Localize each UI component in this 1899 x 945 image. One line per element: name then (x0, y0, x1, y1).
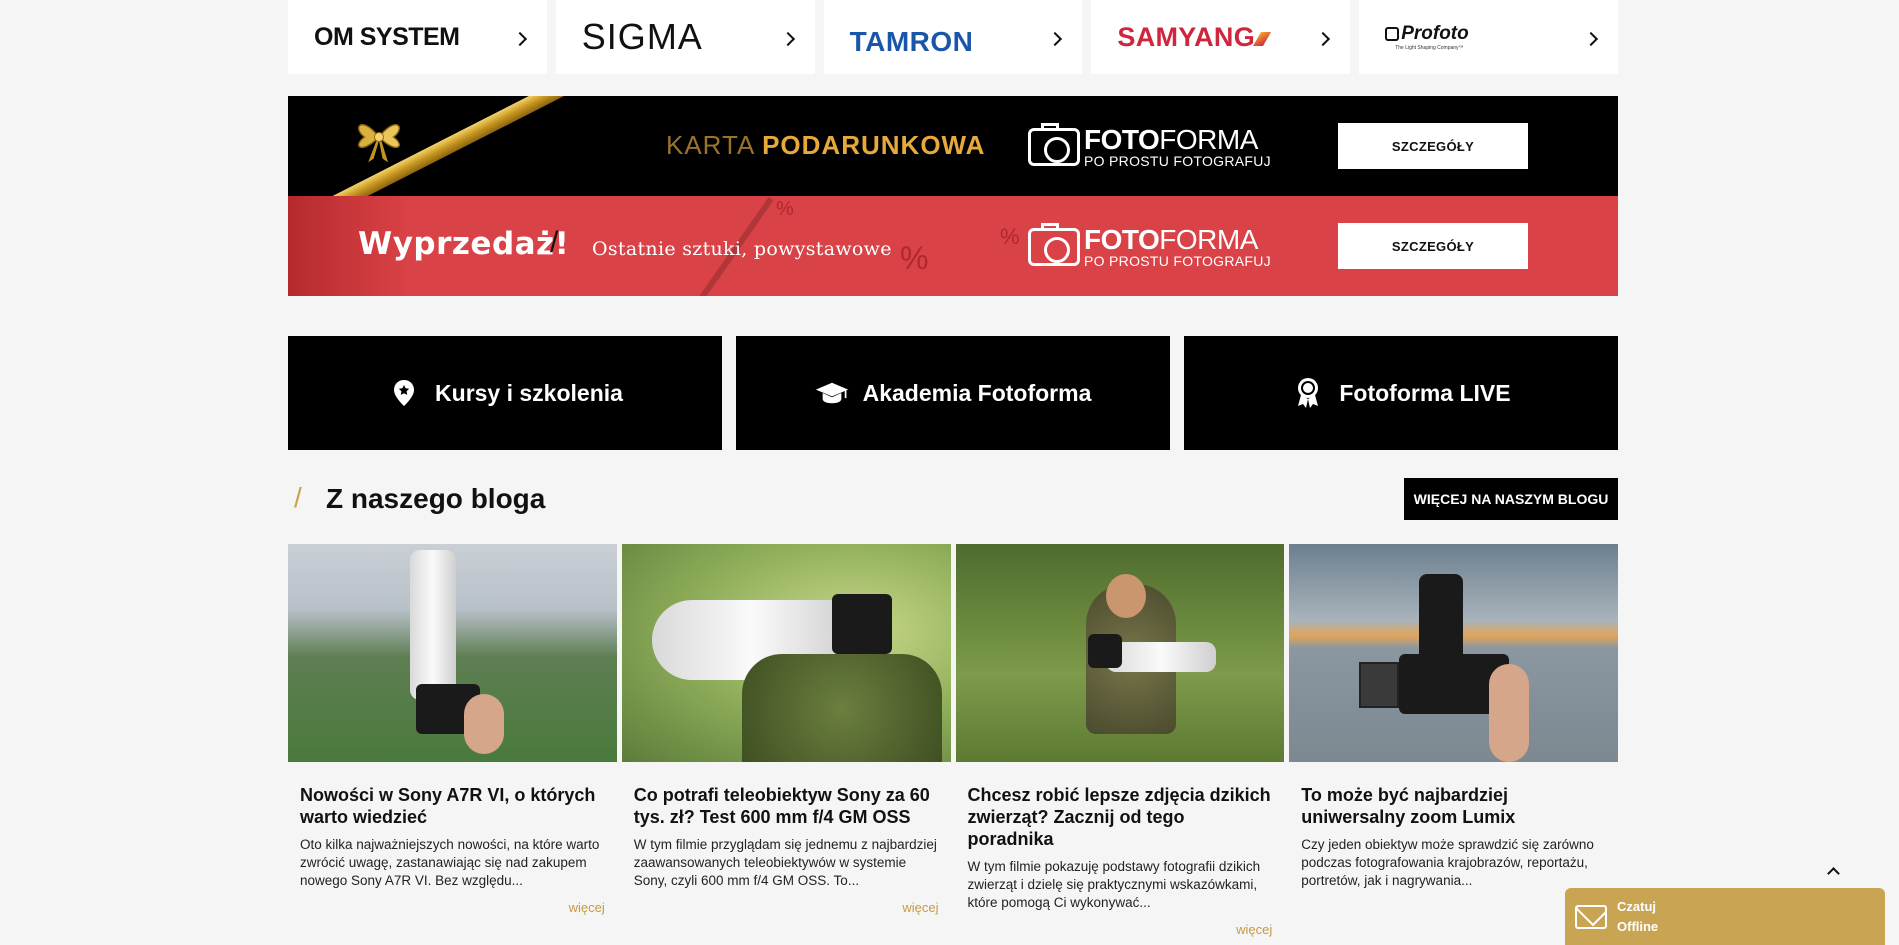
tamron-logo: TAMRON (849, 26, 974, 57)
samyang-logo: SAMYANG (1117, 22, 1272, 53)
chevron-right-icon (780, 31, 795, 47)
camera-logo-icon (1028, 223, 1080, 266)
read-more-link[interactable]: więcej (634, 900, 938, 915)
tile-kursy[interactable]: Kursy i szkolenia (288, 336, 722, 450)
gold-ribbon-decoration (288, 96, 564, 196)
blog-section-header: / Z naszego bloga WIĘCEJ NA NASZYM BLOGU (288, 478, 1618, 520)
sale-title: Wyprzedaż! (358, 226, 570, 262)
blog-post-card[interactable]: Co potrafi teleobiektyw Sony za 60 tys. … (621, 544, 951, 937)
sale-details-button[interactable]: SZCZEGÓŁY (1338, 223, 1528, 269)
blog-post-card[interactable]: Chcesz robić lepsze zdjęcia dzikich zwie… (955, 544, 1285, 937)
blog-posts: Nowości w Sony A7R VI, o których warto w… (288, 544, 1618, 937)
blog-post-card[interactable]: Nowości w Sony A7R VI, o których warto w… (288, 544, 617, 937)
post-excerpt: Oto kilka najważniejszych nowości, na kt… (300, 837, 600, 888)
om-system-logo: OM SYSTEM (314, 22, 460, 51)
chevron-right-icon (1316, 31, 1331, 47)
chevron-right-icon (1583, 31, 1599, 47)
brand-tile-sigma[interactable]: SIGMA (555, 0, 815, 74)
tile-label: Kursy i szkolenia (435, 379, 623, 406)
read-more-link[interactable]: więcej (968, 922, 1272, 937)
post-title[interactable]: Chcesz robić lepsze zdjęcia dzikich zwie… (968, 784, 1273, 850)
sale-banner[interactable]: % % % Wyprzedaż! / Ostatnie sztuki, powy… (288, 196, 1618, 296)
read-more-link[interactable]: więcej (300, 900, 605, 915)
brand-tiles: OM SYSTEM SIGMA TAMRON SAMYANG Profoto T… (288, 0, 1618, 74)
post-image[interactable] (1289, 544, 1618, 762)
tile-fotoforma-live[interactable]: Fotoforma LIVE (1184, 336, 1618, 450)
chat-label: Czatuj (1617, 898, 1656, 914)
read-more-link[interactable]: więcej (1301, 900, 1606, 915)
envelope-icon (1575, 904, 1607, 929)
sale-separator: / (550, 226, 559, 259)
post-title[interactable]: To może być najbardziej uniwersalny zoom… (1301, 784, 1606, 828)
chevron-right-icon (512, 31, 527, 47)
brand-tile-samyang[interactable]: SAMYANG (1091, 0, 1351, 74)
percent-decoration: % (900, 240, 929, 276)
chat-status: Offline (1617, 918, 1659, 934)
more-blog-button[interactable]: WIĘCEJ NA NASZYM BLOGU (1404, 478, 1618, 520)
tile-label: Akademia Fotoforma (862, 379, 1092, 406)
title-accent-slash: / (294, 482, 302, 513)
post-image[interactable] (621, 544, 951, 762)
graduation-cap-icon (815, 378, 849, 408)
post-excerpt: W tym filmie pokazuję podstawy fotografi… (967, 859, 1261, 910)
brand-tile-profoto[interactable]: Profoto The Light Shaping Company™ (1359, 0, 1618, 74)
post-title[interactable]: Nowości w Sony A7R VI, o których warto w… (300, 784, 605, 828)
post-excerpt: Czy jeden obiektyw może sprawdzić się za… (1301, 837, 1594, 888)
post-image[interactable] (288, 544, 617, 762)
post-image[interactable] (955, 544, 1285, 762)
post-excerpt: W tym filmie przyglądam się jednemu z na… (633, 837, 937, 888)
brand-tile-om-system[interactable]: OM SYSTEM (288, 0, 547, 74)
gift-card-banner[interactable]: KARTA PODARUNKOWA FOTOFORMA PO PROSTU FO… (288, 96, 1618, 196)
award-badge-icon (1291, 378, 1325, 408)
profoto-logo: Profoto The Light Shaping Company™ (1385, 23, 1469, 51)
blog-post-card[interactable]: To może być najbardziej uniwersalny zoom… (1289, 544, 1618, 937)
camera-logo-icon (1028, 123, 1080, 166)
fotoforma-logo: FOTOFORMA PO PROSTU FOTOGRAFUJ (1028, 123, 1271, 168)
scroll-top-chevron-icon[interactable] (1826, 864, 1840, 878)
percent-decoration: % (776, 198, 794, 220)
chevron-right-icon (1048, 31, 1063, 47)
gift-bow-icon (358, 124, 400, 163)
fotoforma-logo: FOTOFORMA PO PROSTU FOTOGRAFUJ (1028, 223, 1271, 268)
blog-title: Z naszego bloga (326, 483, 546, 514)
sigma-logo: SIGMA (581, 16, 703, 57)
chat-widget[interactable]: Czatuj Offline (1565, 888, 1885, 945)
gift-card-details-button[interactable]: SZCZEGÓŁY (1338, 123, 1528, 169)
percent-decoration: % (1000, 224, 1020, 249)
feature-tiles: Kursy i szkolenia Akademia Fotoforma Fot… (288, 336, 1618, 450)
gift-card-heading: KARTA PODARUNKOWA (666, 130, 986, 160)
post-title[interactable]: Co potrafi teleobiektyw Sony za 60 tys. … (634, 784, 939, 828)
tile-label: Fotoforma LIVE (1339, 379, 1511, 406)
sale-subtitle: Ostatnie sztuki, powystawowe (592, 238, 892, 260)
brand-tile-tamron[interactable]: TAMRON (823, 0, 1083, 74)
tile-akademia[interactable]: Akademia Fotoforma (736, 336, 1170, 450)
map-pin-star-icon (387, 378, 421, 408)
